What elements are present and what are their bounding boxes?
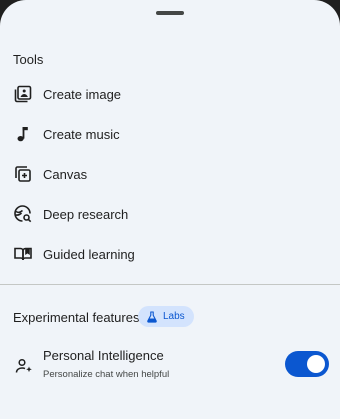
tool-guided-learning[interactable]: Guided learning (0, 234, 340, 274)
tool-deep-research[interactable]: Deep research (0, 194, 340, 234)
tool-canvas[interactable]: Canvas (0, 154, 340, 194)
flask-icon (147, 310, 157, 323)
music-note-icon (13, 124, 33, 144)
labs-badge: Labs (138, 306, 194, 327)
book-icon (13, 244, 33, 264)
personal-intelligence-subtitle: Personalize chat when helpful (43, 369, 170, 380)
deep-research-icon (13, 204, 33, 224)
tool-label: Create image (43, 86, 122, 102)
personal-intelligence-title: Personal Intelligence (43, 348, 164, 363)
tools-bottom-sheet: Tools Create image Create music Canvas D… (0, 0, 340, 419)
image-stack-icon (13, 84, 33, 104)
section-divider (0, 284, 340, 285)
tool-label: Canvas (43, 166, 88, 182)
toggle-knob (307, 355, 325, 373)
personal-intelligence-row[interactable]: Personal Intelligence Personalize chat w… (0, 340, 340, 390)
tool-create-music[interactable]: Create music (0, 114, 340, 154)
experimental-section-title: Experimental features (13, 310, 140, 325)
drag-handle[interactable] (156, 11, 184, 15)
tool-label: Guided learning (43, 246, 135, 262)
person-sparkle-icon (15, 358, 32, 373)
labs-badge-label: Labs (163, 311, 185, 322)
tool-label: Deep research (43, 206, 129, 222)
tool-label: Create music (43, 126, 120, 142)
tool-create-image[interactable]: Create image (0, 74, 340, 114)
personal-intelligence-toggle[interactable] (285, 351, 329, 377)
tools-section-title: Tools (13, 52, 44, 67)
canvas-icon (13, 164, 33, 184)
